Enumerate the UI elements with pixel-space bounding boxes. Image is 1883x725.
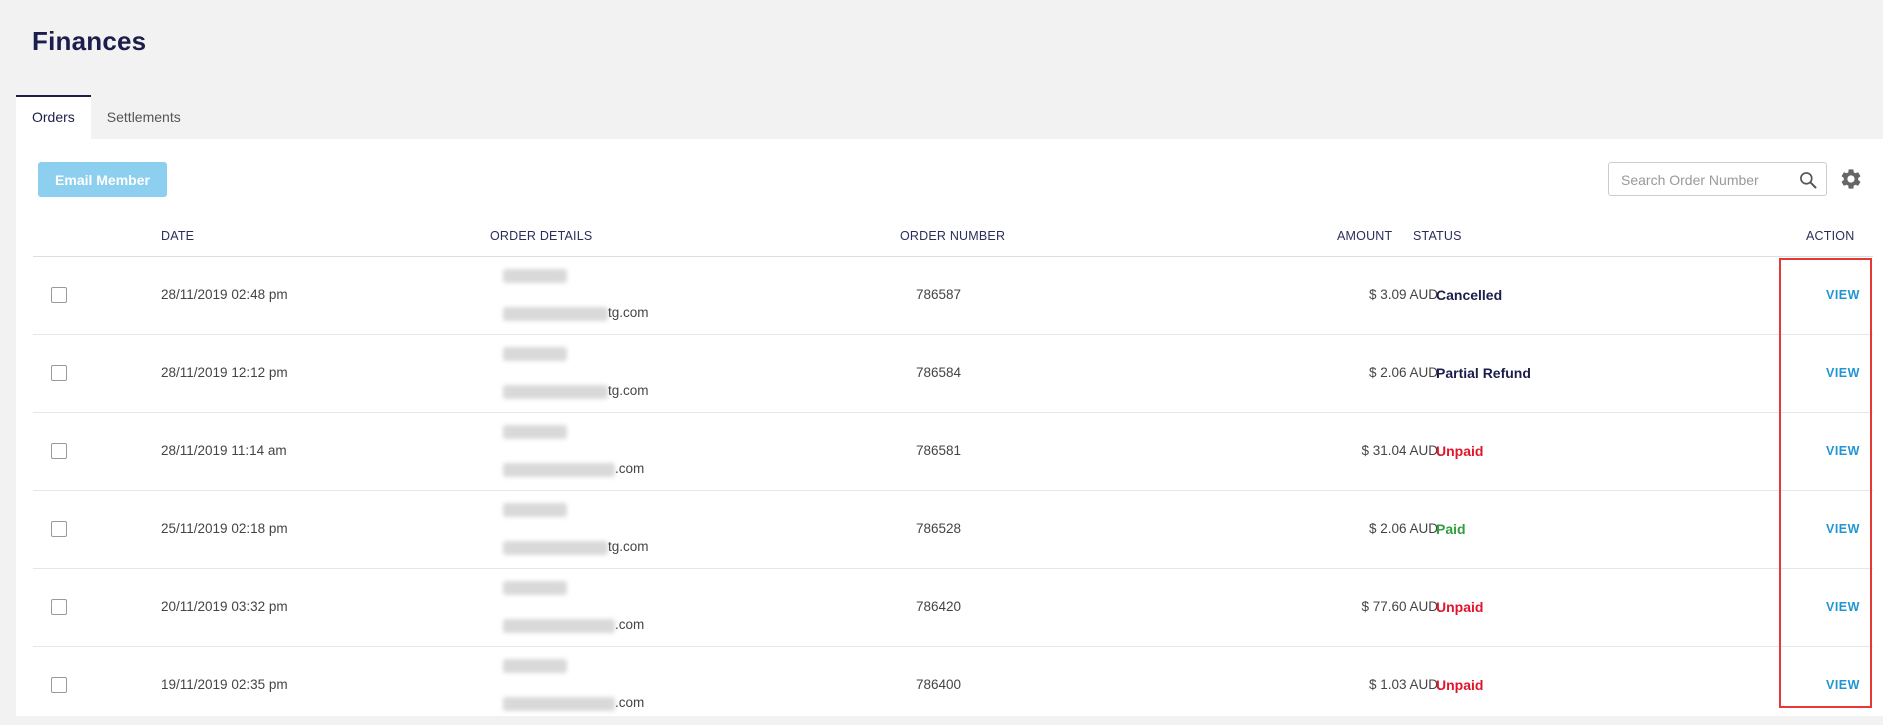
view-link[interactable]: VIEW [1826, 678, 1860, 692]
email-suffix: .com [615, 617, 645, 632]
order-date: 28/11/2019 11:14 am [161, 443, 287, 458]
table-row: 28/11/2019 11:14 am .com 786581 $ 31.04 … [33, 413, 1873, 491]
redacted-email [503, 385, 608, 399]
header-order-number: ORDER NUMBER [900, 229, 1006, 243]
order-amount: $ 3.09 AUD [1368, 287, 1438, 302]
order-date: 25/11/2019 02:18 pm [161, 521, 288, 536]
redacted-name [503, 659, 567, 673]
header-action: ACTION [1806, 229, 1855, 243]
order-date: 19/11/2019 02:35 pm [161, 677, 288, 692]
redacted-email [503, 307, 608, 321]
order-amount: $ 77.60 AUD [1361, 599, 1438, 614]
order-number: 786587 [916, 287, 962, 302]
search-input[interactable] [1619, 163, 1793, 197]
order-date: 28/11/2019 12:12 pm [161, 365, 288, 380]
row-checkbox[interactable] [51, 287, 67, 303]
order-amount: $ 1.03 AUD [1368, 677, 1438, 692]
order-number: 786528 [916, 521, 962, 536]
status-badge: Unpaid [1436, 443, 1484, 459]
table-row: 25/11/2019 02:18 pm tg.com 786528 $ 2.06… [33, 491, 1873, 569]
header-status: STATUS [1413, 229, 1462, 243]
order-date: 20/11/2019 03:32 pm [161, 599, 288, 614]
order-number: 786420 [916, 599, 962, 614]
search-box [1608, 162, 1827, 197]
order-number: 786581 [916, 443, 962, 458]
header-order-details: ORDER DETAILS [490, 229, 593, 243]
tab-orders[interactable]: Orders [16, 95, 91, 139]
view-link[interactable]: VIEW [1826, 522, 1860, 536]
redacted-name [503, 503, 567, 517]
view-link[interactable]: VIEW [1826, 600, 1860, 614]
table-row: 19/11/2019 02:35 pm .com 786400 $ 1.03 A… [33, 647, 1873, 725]
status-badge: Cancelled [1436, 287, 1503, 303]
status-badge: Partial Refund [1436, 365, 1531, 381]
status-badge: Unpaid [1436, 677, 1484, 693]
view-link[interactable]: VIEW [1826, 288, 1860, 302]
row-checkbox[interactable] [51, 677, 67, 693]
row-checkbox[interactable] [51, 443, 67, 459]
redacted-email [503, 619, 615, 633]
email-suffix: tg.com [608, 539, 649, 554]
order-amount: $ 2.06 AUD [1368, 521, 1438, 536]
order-amount: $ 31.04 AUD [1361, 443, 1438, 458]
table-row: 28/11/2019 02:48 pm tg.com 786587 $ 3.09… [33, 257, 1873, 335]
table-row: 28/11/2019 12:12 pm tg.com 786584 $ 2.06… [33, 335, 1873, 413]
order-number: 786584 [916, 365, 962, 380]
email-suffix: .com [615, 461, 645, 476]
email-suffix: tg.com [608, 305, 649, 320]
redacted-email [503, 463, 615, 477]
page-title: Finances [32, 26, 147, 56]
row-checkbox[interactable] [51, 599, 67, 615]
redacted-name [503, 347, 567, 361]
email-suffix: .com [615, 695, 645, 710]
tab-settlements[interactable]: Settlements [91, 95, 197, 139]
header-date: DATE [161, 229, 195, 243]
redacted-email [503, 541, 608, 555]
row-checkbox[interactable] [51, 365, 67, 381]
email-suffix: tg.com [608, 383, 649, 398]
redacted-name [503, 581, 567, 595]
order-amount: $ 2.06 AUD [1368, 365, 1438, 380]
status-badge: Unpaid [1436, 599, 1484, 615]
status-badge: Paid [1436, 521, 1466, 537]
orders-panel: Email Member DATE ORDER DETAILS ORDER NU… [16, 139, 1883, 716]
order-number: 786400 [916, 677, 962, 692]
table-row: 20/11/2019 03:32 pm .com 786420 $ 77.60 … [33, 569, 1873, 647]
redacted-name [503, 425, 567, 439]
view-link[interactable]: VIEW [1826, 366, 1860, 380]
redacted-email [503, 697, 615, 711]
order-date: 28/11/2019 02:48 pm [161, 287, 288, 302]
view-link[interactable]: VIEW [1826, 444, 1860, 458]
redacted-name [503, 269, 567, 283]
row-checkbox[interactable] [51, 521, 67, 537]
email-member-button[interactable]: Email Member [38, 162, 167, 197]
header-amount: AMOUNT [1337, 229, 1393, 243]
tab-bar: Orders Settlements [16, 95, 197, 139]
